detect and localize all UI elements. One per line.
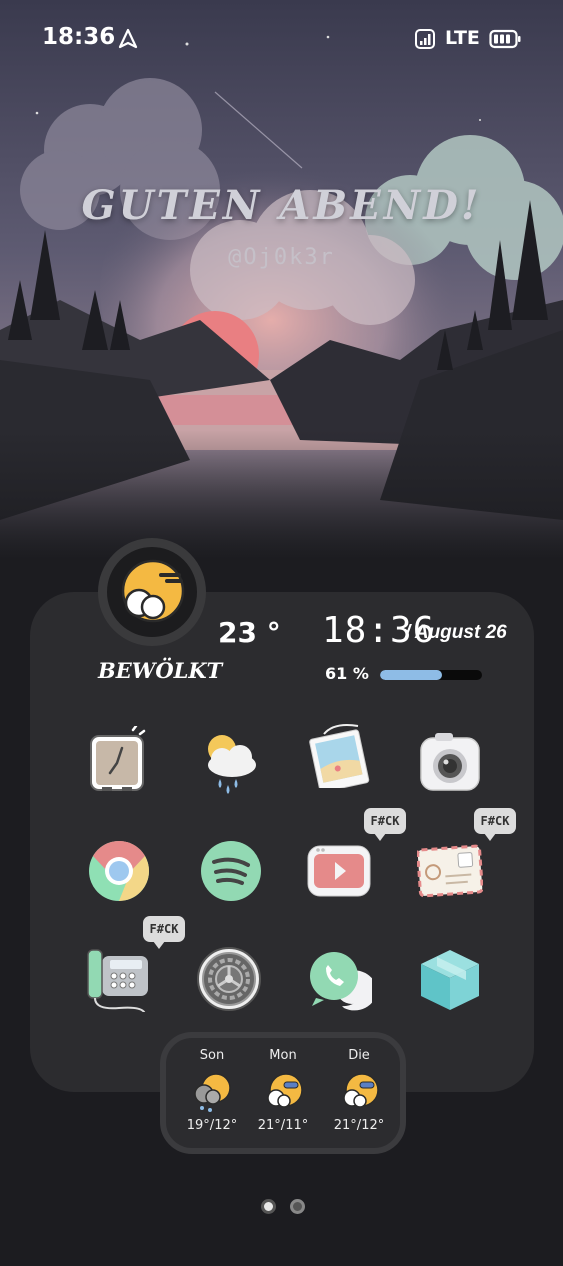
forecast-day: Mon	[269, 1048, 297, 1063]
status-bar: 18:36 LTE	[0, 0, 563, 80]
battery-icon	[489, 29, 521, 49]
battery-bar-fill	[380, 670, 443, 680]
weather-condition: BEWÖLKT	[98, 658, 223, 683]
camera-icon	[420, 733, 480, 791]
chrome-icon	[89, 840, 150, 901]
cloudy-sun-icon	[121, 559, 185, 623]
greeting-text: GUTEN ABEND!	[81, 182, 482, 229]
weather-app[interactable]	[198, 729, 264, 795]
cloudy-sun-icon	[267, 1073, 303, 1108]
forecast-widget[interactable]: Son 19°/12° Mon 21°/11° Die 21°/12°	[160, 1032, 406, 1154]
gear-icon	[197, 947, 261, 1011]
photo-icon	[309, 724, 370, 788]
alarm-clock-icon	[90, 726, 146, 791]
forecast-day: Die	[348, 1048, 370, 1063]
clock-app[interactable]	[86, 726, 152, 792]
spotify-app[interactable]	[198, 838, 264, 904]
notification-badge: F#CK	[143, 916, 185, 949]
page-dot[interactable]	[290, 1199, 305, 1214]
navigation-icon	[118, 28, 138, 49]
gallery-app[interactable]	[306, 722, 372, 788]
forecast-day: Son	[199, 1048, 225, 1063]
mail-app[interactable]	[417, 838, 483, 904]
youtube-app[interactable]	[306, 838, 372, 904]
status-time: 18:36	[42, 24, 116, 50]
temperature: 23 °	[218, 616, 281, 649]
whatsapp-app[interactable]	[306, 946, 372, 1012]
user-handle: @Oj0k3r	[228, 245, 335, 270]
weather-bubble[interactable]	[98, 538, 206, 646]
box-icon	[421, 950, 479, 1010]
chrome-app[interactable]	[86, 838, 152, 904]
forecast-temps: 21°/12°	[333, 1118, 385, 1133]
signal-icon	[415, 29, 435, 49]
settings-app[interactable]	[196, 946, 262, 1012]
spotify-icon	[201, 841, 261, 901]
page-dot-active[interactable]	[261, 1199, 276, 1214]
battery-bar	[380, 670, 482, 680]
camera-app[interactable]	[417, 728, 483, 794]
phone-app[interactable]	[86, 946, 152, 1012]
notification-badge: F#CK	[364, 808, 406, 841]
envelope-icon	[417, 844, 483, 898]
wallpaper-scene	[0, 0, 563, 560]
weather-icon	[208, 735, 256, 794]
notification-badge: F#CK	[474, 808, 516, 841]
youtube-icon	[307, 845, 371, 897]
forecast-temps: 19°/12°	[186, 1118, 238, 1133]
phone-icon	[87, 949, 148, 1012]
widget-date: / August 26	[405, 622, 507, 643]
whatsapp-icon	[310, 952, 372, 1011]
forecast-temps: 21°/11°	[257, 1118, 309, 1133]
battery-percent: 61 %	[325, 664, 369, 683]
network-type: LTE	[445, 27, 480, 49]
cloudy-sun-icon	[343, 1073, 379, 1108]
box-app[interactable]	[417, 946, 483, 1012]
rain-cloud-icon	[194, 1073, 231, 1112]
